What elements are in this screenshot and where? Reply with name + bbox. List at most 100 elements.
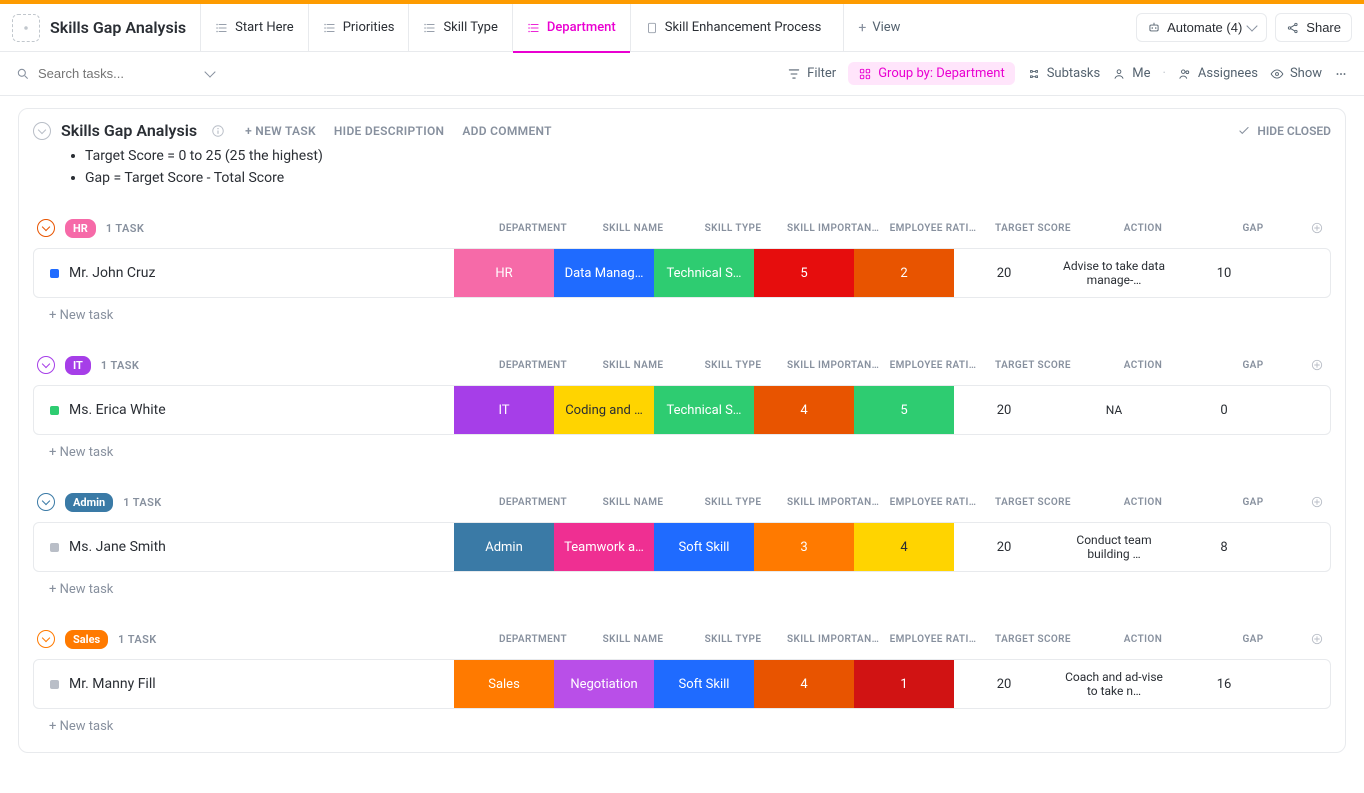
column-header[interactable]: TARGET SCORE <box>983 223 1083 234</box>
cell[interactable]: Soft Skill <box>654 660 754 708</box>
collapse-group-button[interactable] <box>37 356 55 374</box>
cell-target[interactable]: 20 <box>954 660 1054 708</box>
column-header[interactable]: SKILL TYPE <box>683 360 783 371</box>
column-header[interactable]: ACTION <box>1083 360 1203 371</box>
column-header[interactable]: TARGET SCORE <box>983 634 1083 645</box>
cell[interactable]: Negotiation <box>554 660 654 708</box>
column-header[interactable]: SKILL TYPE <box>683 497 783 508</box>
add-column-button[interactable] <box>1303 358 1331 372</box>
new-task-button[interactable]: + NEW TASK <box>245 124 316 138</box>
column-header[interactable]: TARGET SCORE <box>983 360 1083 371</box>
group-badge[interactable]: Sales <box>65 630 108 649</box>
cell[interactable]: Technical S… <box>654 249 754 297</box>
me-button[interactable]: Me <box>1112 66 1150 81</box>
filter-button[interactable]: Filter <box>787 66 836 81</box>
task-row[interactable]: Ms. Jane SmithAdminTeamwork a…Soft Skill… <box>33 522 1331 572</box>
chevron-down-icon[interactable] <box>204 66 215 77</box>
cell[interactable]: Technical S… <box>654 386 754 434</box>
cell[interactable]: Coding and … <box>554 386 654 434</box>
groupby-button[interactable]: Group by: Department <box>848 62 1015 85</box>
task-name[interactable]: Ms. Jane Smith <box>69 539 166 555</box>
group-badge[interactable]: HR <box>65 219 96 238</box>
task-name[interactable]: Mr. John Cruz <box>69 265 155 281</box>
group-badge[interactable]: Admin <box>65 493 113 512</box>
cell[interactable]: 2 <box>854 249 954 297</box>
cell-action[interactable]: NA <box>1054 386 1174 434</box>
column-header[interactable]: EMPLOYEE RATI… <box>883 634 983 645</box>
add-column-button[interactable] <box>1303 221 1331 235</box>
task-name[interactable]: Ms. Erica White <box>69 402 166 418</box>
task-row[interactable]: Mr. Manny FillSalesNegotiationSoft Skill… <box>33 659 1331 709</box>
cell[interactable]: Data Manag… <box>554 249 654 297</box>
new-task-row[interactable]: + New task <box>33 435 1331 460</box>
cell[interactable]: HR <box>454 249 554 297</box>
collapse-group-button[interactable] <box>37 219 55 237</box>
assignees-button[interactable]: Assignees <box>1178 66 1258 81</box>
cell-gap[interactable]: 0 <box>1174 386 1274 434</box>
hide-description-button[interactable]: HIDE DESCRIPTION <box>334 124 444 138</box>
column-header[interactable]: GAP <box>1203 360 1303 371</box>
cell[interactable]: IT <box>454 386 554 434</box>
cell[interactable]: Admin <box>454 523 554 571</box>
task-row[interactable]: Ms. Erica White ITCoding and …Technical S… <box>33 385 1331 435</box>
cell-target[interactable]: 20 <box>954 249 1054 297</box>
column-header[interactable]: EMPLOYEE RATI… <box>883 223 983 234</box>
share-button[interactable]: Share <box>1275 13 1352 42</box>
cell-gap[interactable]: 16 <box>1174 660 1274 708</box>
column-header[interactable]: GAP <box>1203 634 1303 645</box>
column-header[interactable]: DEPARTMENT <box>483 223 583 234</box>
cell[interactable]: 3 <box>754 523 854 571</box>
column-header[interactable]: SKILL IMPORTAN… <box>783 497 883 508</box>
column-header[interactable]: TARGET SCORE <box>983 497 1083 508</box>
column-header[interactable]: SKILL IMPORTAN… <box>783 634 883 645</box>
column-header[interactable]: DEPARTMENT <box>483 634 583 645</box>
subtasks-button[interactable]: Subtasks <box>1027 66 1101 81</box>
column-header[interactable]: DEPARTMENT <box>483 360 583 371</box>
more-button[interactable] <box>1334 67 1348 81</box>
cell-action[interactable]: Coach and ad-vise to take n… <box>1054 660 1174 708</box>
tab-start-here[interactable]: Start Here <box>200 4 308 52</box>
cell[interactable]: 5 <box>754 249 854 297</box>
column-header[interactable]: SKILL TYPE <box>683 223 783 234</box>
column-header[interactable]: SKILL NAME <box>583 497 683 508</box>
column-header[interactable]: GAP <box>1203 497 1303 508</box>
column-header[interactable]: SKILL NAME <box>583 634 683 645</box>
cell[interactable]: 4 <box>754 386 854 434</box>
task-row[interactable]: Mr. John CruzHRData Manag…Technical S…52… <box>33 248 1331 298</box>
column-header[interactable]: EMPLOYEE RATI… <box>883 360 983 371</box>
info-icon[interactable] <box>211 124 225 138</box>
new-task-row[interactable]: + New task <box>33 572 1331 597</box>
collapse-panel-button[interactable] <box>33 122 51 140</box>
automate-button[interactable]: Automate (4) <box>1136 13 1267 42</box>
column-header[interactable]: ACTION <box>1083 223 1203 234</box>
status-square[interactable] <box>50 680 59 689</box>
column-header[interactable]: SKILL NAME <box>583 360 683 371</box>
cell-action[interactable]: Conduct team building … <box>1054 523 1174 571</box>
task-name[interactable]: Mr. Manny Fill <box>69 676 156 692</box>
cell[interactable]: 4 <box>854 523 954 571</box>
add-column-button[interactable] <box>1303 495 1331 509</box>
status-square[interactable] <box>50 269 59 278</box>
show-button[interactable]: Show <box>1270 66 1322 81</box>
cell[interactable]: 5 <box>854 386 954 434</box>
group-badge[interactable]: IT <box>65 356 91 375</box>
status-square[interactable] <box>50 406 59 415</box>
collapse-group-button[interactable] <box>37 630 55 648</box>
cell[interactable]: 1 <box>854 660 954 708</box>
hide-closed-button[interactable]: HIDE CLOSED <box>1237 124 1331 138</box>
tab-priorities[interactable]: Priorities <box>308 4 409 52</box>
add-view-button[interactable]: + View <box>843 4 914 52</box>
add-comment-button[interactable]: ADD COMMENT <box>462 124 552 138</box>
column-header[interactable]: ACTION <box>1083 634 1203 645</box>
search-input[interactable] <box>38 66 198 81</box>
cell[interactable]: Soft Skill <box>654 523 754 571</box>
status-square[interactable] <box>50 543 59 552</box>
column-header[interactable]: EMPLOYEE RATI… <box>883 497 983 508</box>
column-header[interactable]: DEPARTMENT <box>483 497 583 508</box>
collapse-group-button[interactable] <box>37 493 55 511</box>
space-icon[interactable] <box>12 14 40 42</box>
tab-skill-type[interactable]: Skill Type <box>408 4 511 52</box>
add-column-button[interactable] <box>1303 632 1331 646</box>
column-header[interactable]: SKILL TYPE <box>683 634 783 645</box>
column-header[interactable]: SKILL IMPORTAN… <box>783 360 883 371</box>
